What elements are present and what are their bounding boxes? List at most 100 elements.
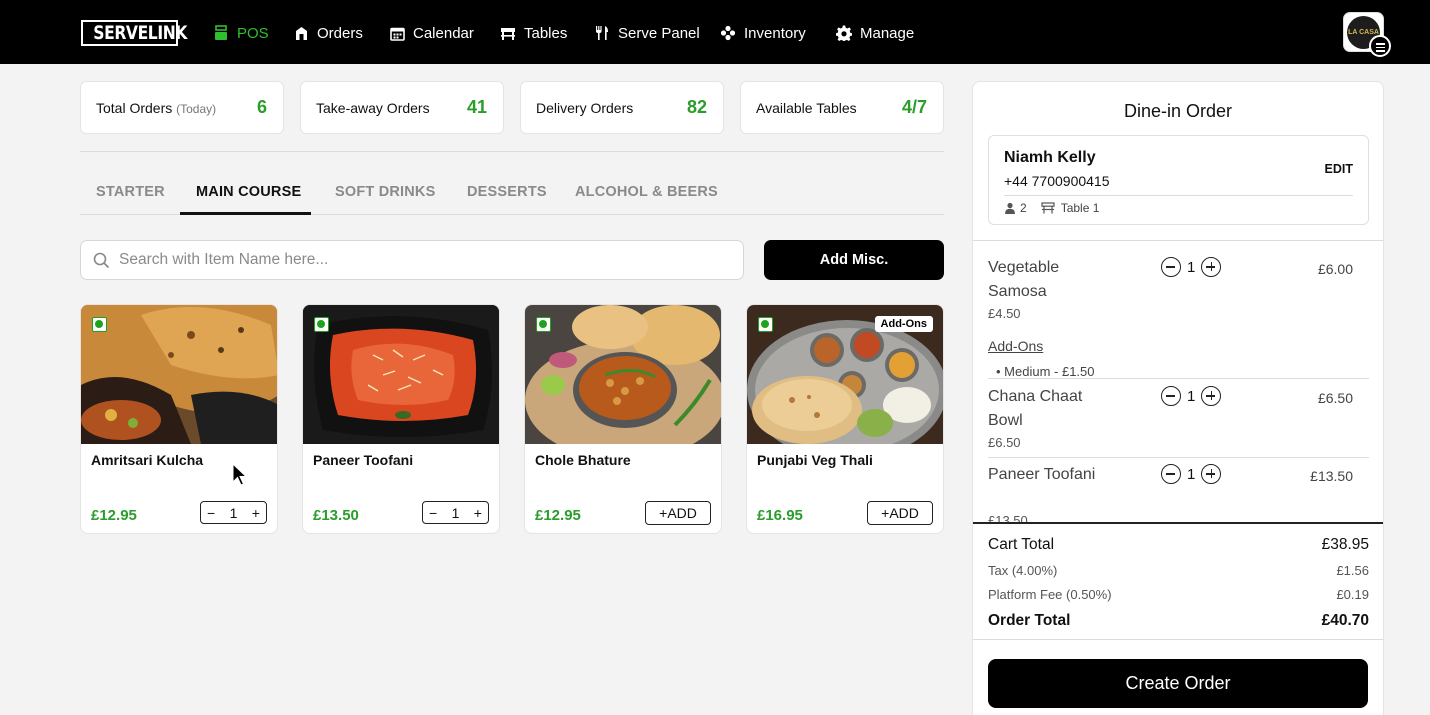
product-card[interactable]: Add-Ons Punjabi Veg Thali £16.95 +ADD	[746, 304, 944, 534]
nav-manage[interactable]: Manage	[836, 22, 914, 44]
stat-available-tables: Available Tables 4/7	[740, 81, 944, 134]
menu-icon[interactable]	[1369, 35, 1391, 57]
order-total-value: £40.70	[1321, 612, 1369, 629]
product-price: £12.95	[91, 507, 137, 524]
quantity-value: 1	[229, 504, 238, 521]
cart-item-name: Vegetable Samosa	[988, 259, 1060, 300]
quantity-stepper: − 1 +	[200, 501, 267, 524]
stat-value: 6	[256, 97, 267, 117]
tab-desserts[interactable]: DESSERTS	[467, 184, 547, 200]
product-card[interactable]: Amritsari Kulcha £12.95 − 1 +	[80, 304, 278, 534]
nav-label: Tables	[524, 24, 568, 42]
product-name: Chole Bhature	[535, 452, 631, 468]
cart-item-total: £13.50	[1310, 468, 1353, 484]
addons-badge: Add-Ons	[874, 316, 933, 332]
addons-link[interactable]: Add-Ons	[988, 338, 1043, 354]
nav-label: Orders	[317, 24, 363, 42]
search-input[interactable]	[119, 241, 719, 279]
decrement-button[interactable]	[1161, 257, 1181, 277]
increment-button[interactable]	[1201, 257, 1222, 277]
cart-total-row: Cart Total £38.95	[988, 536, 1369, 554]
add-misc-button[interactable]: Add Misc.	[764, 240, 944, 280]
order-panel: Dine-in Order Niamh Kelly +44 7700900415…	[972, 81, 1384, 715]
nav-calendar[interactable]: Calendar	[390, 22, 474, 44]
increment-button[interactable]: +	[252, 505, 260, 521]
divider	[988, 378, 1369, 379]
order-title: Dine-in Order	[1123, 101, 1233, 121]
tab-starter[interactable]: STARTER	[96, 184, 165, 200]
stat-label: Delivery Orders	[536, 99, 634, 116]
customer-phone: +44 7700900415	[1004, 173, 1110, 189]
pos-icon	[215, 25, 227, 40]
cart-total-label: Cart Total	[988, 536, 1055, 553]
veg-indicator-icon	[314, 317, 329, 332]
quantity-value: 1	[451, 504, 460, 521]
veg-indicator-icon	[758, 317, 773, 332]
customer-card: Niamh Kelly +44 7700900415 EDIT 2 Table …	[988, 135, 1369, 225]
divider	[988, 457, 1369, 458]
tab-soft-drinks[interactable]: SOFT DRINKS	[335, 184, 435, 200]
quantity-stepper: 1	[1161, 386, 1222, 406]
stat-total-orders: Total Orders (Today) 6	[80, 81, 284, 134]
platform-fee-label: Platform Fee (0.50%)	[988, 587, 1112, 602]
product-card[interactable]: Paneer Toofani £13.50 − 1 +	[302, 304, 500, 534]
product-image	[525, 305, 721, 444]
veg-indicator-icon	[536, 317, 551, 332]
addon-selection: • Medium - £1.50	[996, 364, 1095, 379]
nav-serve-panel[interactable]: Serve Panel	[594, 22, 700, 44]
tax-label: Tax (4.00%)	[988, 563, 1058, 578]
customer-meta: 2 Table 1	[1004, 201, 1099, 215]
nav-label: Serve Panel	[618, 24, 700, 42]
cart-items-list: Vegetable Samosa £4.50 1 £6.00 Add-Ons •…	[973, 241, 1383, 522]
add-label: ADD	[889, 505, 919, 521]
search-icon	[93, 252, 110, 269]
nav-tables[interactable]: Tables	[500, 22, 567, 44]
quantity-value: 1	[1187, 258, 1196, 276]
quantity-stepper: 1	[1161, 464, 1222, 484]
edit-customer-button[interactable]: EDIT	[1325, 162, 1353, 176]
decrement-button[interactable]: −	[207, 505, 215, 521]
active-tab-indicator	[180, 212, 311, 215]
divider	[1004, 195, 1353, 196]
tab-main-course[interactable]: MAIN COURSE	[196, 184, 301, 200]
increment-button[interactable]	[1201, 386, 1222, 406]
cart-item-name: Chana Chaat Bowl	[988, 388, 1083, 429]
divider	[973, 639, 1383, 640]
orders-icon	[296, 26, 307, 40]
decrement-button[interactable]	[1161, 464, 1181, 484]
increment-button[interactable]	[1201, 464, 1222, 484]
add-button[interactable]: +ADD	[867, 501, 933, 525]
decrement-button[interactable]	[1161, 386, 1181, 406]
platform-fee-row: Platform Fee (0.50%) £0.19	[988, 587, 1369, 602]
mouse-cursor-icon	[232, 463, 248, 486]
platform-fee-value: £0.19	[1336, 587, 1369, 602]
nav-label: Manage	[860, 24, 915, 42]
nav-label: Calendar	[413, 24, 474, 42]
cart-item-name: Paneer Toofani	[988, 466, 1096, 483]
cart-item-unit-price: £13.50	[988, 513, 1028, 522]
decrement-button[interactable]: −	[429, 505, 437, 521]
table-icon	[1041, 202, 1055, 214]
veg-indicator-icon	[92, 317, 107, 332]
product-image	[81, 305, 277, 444]
product-price: £13.50	[313, 507, 359, 524]
cart-item-total: £6.00	[1317, 261, 1353, 277]
add-button[interactable]: +ADD	[645, 501, 711, 525]
nav-pos[interactable]: POS	[213, 22, 269, 44]
tab-alcohol-beers[interactable]: ALCOHOL & BEERS	[575, 184, 718, 200]
product-price: £12.95	[535, 507, 581, 524]
product-card[interactable]: Chole Bhature £12.95 +ADD	[524, 304, 722, 534]
nav-inventory[interactable]: Inventory	[720, 22, 806, 44]
create-order-button[interactable]: Create Order	[988, 659, 1368, 708]
servelink-logo[interactable]: SERVELINK	[81, 20, 187, 46]
search-box	[80, 240, 744, 280]
quantity-value: 1	[1187, 387, 1196, 405]
nav-label: POS	[237, 24, 269, 42]
inventory-icon	[720, 25, 736, 41]
stat-label: Total Orders	[96, 99, 173, 116]
stat-delivery-orders: Delivery Orders 82	[520, 81, 724, 134]
nav-orders[interactable]: Orders	[294, 22, 363, 44]
product-name: Paneer Toofani	[313, 452, 414, 468]
guest-count: 2	[1020, 201, 1027, 215]
increment-button[interactable]: +	[474, 505, 482, 521]
